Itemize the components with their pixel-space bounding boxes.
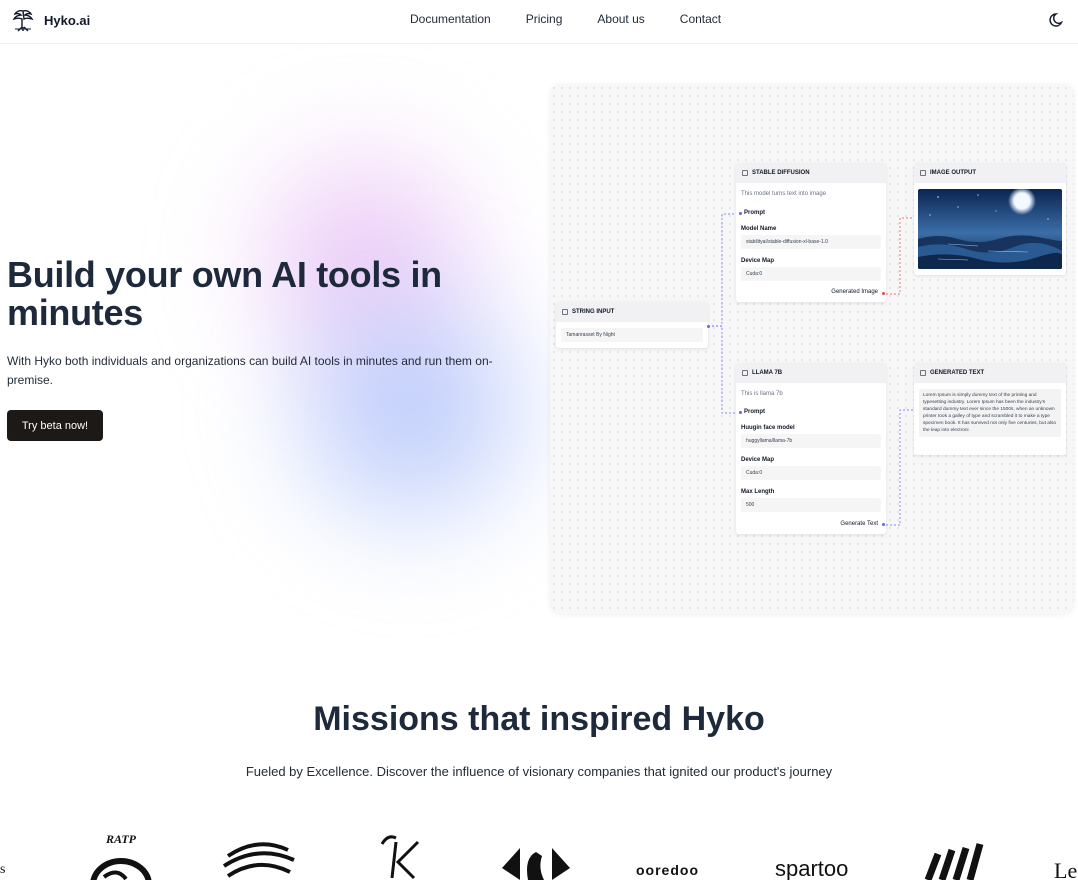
- generate-text-port[interactable]: Generate Text: [840, 521, 878, 527]
- node-title: STABLE DIFFUSION: [752, 170, 810, 176]
- generated-image-port[interactable]: Generated Image: [831, 289, 878, 295]
- brand-name: Hyko.ai: [44, 12, 91, 28]
- node-description: This is llama 7b: [741, 391, 783, 397]
- hero-subtitle: With Hyko both individuals and organizat…: [7, 354, 493, 387]
- port-dot[interactable]: [707, 325, 710, 328]
- image-output-node[interactable]: IMAGE OUTPUT: [914, 163, 1066, 275]
- stripes-logo-icon: [924, 843, 984, 880]
- generated-text-node[interactable]: GENERATED TEXT Lorem Ipsum is simply dum…: [914, 363, 1066, 455]
- device-map-field[interactable]: Cuda:0: [741, 466, 881, 480]
- hf-model-label: Huugin face model: [741, 425, 795, 431]
- string-input-node[interactable]: STRING INPUT Tamanrasset By Night: [556, 302, 708, 348]
- node-description: This model turns text into image: [741, 191, 827, 197]
- top-navbar: Hyko.ai Documentation Pricing About us C…: [0, 0, 1078, 44]
- hf-model-field[interactable]: huggyllama/llama-7b: [741, 434, 881, 448]
- max-length-label: Max Length: [741, 489, 775, 495]
- nav-link-pricing[interactable]: Pricing: [526, 12, 563, 26]
- port-dot[interactable]: [739, 411, 742, 414]
- node-type-icon: [742, 170, 748, 176]
- device-map-label: Device Map: [741, 258, 775, 264]
- node-type-icon: [562, 309, 568, 315]
- try-beta-button[interactable]: Try beta now!: [7, 410, 103, 441]
- generated-night-image: [918, 189, 1062, 269]
- edge-string-to-sd: [708, 213, 736, 327]
- model-name-field[interactable]: stabilityai/stable-diffusion-xl-base-1.0: [741, 235, 881, 249]
- max-length-field[interactable]: 500: [741, 498, 881, 512]
- node-type-icon: [920, 170, 926, 176]
- port-dot[interactable]: [882, 292, 885, 295]
- node-title: LLAMA 7B: [752, 370, 783, 376]
- moon-icon[interactable]: [1048, 11, 1066, 29]
- prompt-port-label: Prompt: [744, 210, 765, 216]
- prompt-port-label: Prompt: [744, 409, 765, 415]
- node-header: IMAGE OUTPUT: [914, 163, 1066, 183]
- carrefour-logo-icon: [502, 848, 570, 880]
- k-logo-icon: [380, 835, 420, 880]
- partner-logo-cutoff-left: s: [0, 862, 5, 878]
- ooredoo-logo-text: ooredoo: [636, 862, 699, 878]
- missions-title: Missions that inspired Hyko: [313, 700, 765, 738]
- nav-link-documentation[interactable]: Documentation: [410, 12, 491, 26]
- device-map-field[interactable]: Cuda:0: [741, 267, 881, 281]
- node-title: STRING INPUT: [572, 309, 615, 315]
- edge-sd-to-image: [886, 217, 914, 295]
- node-title: IMAGE OUTPUT: [930, 170, 976, 176]
- brand-link[interactable]: Hyko.ai: [12, 8, 90, 32]
- ratp-logo-text: RATP: [105, 832, 136, 846]
- model-name-label: Model Name: [741, 226, 777, 232]
- generated-text-content: Lorem Ipsum is simply dummy text of the …: [919, 389, 1061, 437]
- port-dot[interactable]: [739, 212, 742, 215]
- swirl-logo-icon: [222, 842, 295, 878]
- node-header: STRING INPUT: [556, 302, 708, 322]
- ratp-logo: RATP: [82, 832, 160, 880]
- workflow-canvas[interactable]: STRING INPUT Tamanrasset By Night STABLE…: [550, 84, 1074, 614]
- node-header: STABLE DIFFUSION: [736, 163, 886, 183]
- hero-title: Build your own AI tools in minutes: [7, 254, 442, 333]
- node-header: GENERATED TEXT: [914, 363, 1066, 383]
- port-dot[interactable]: [882, 523, 885, 526]
- stable-diffusion-node[interactable]: STABLE DIFFUSION This model turns text i…: [736, 163, 886, 302]
- ooredoo-logo: ooredoo: [636, 862, 699, 878]
- node-header: LLAMA 7B: [736, 363, 886, 383]
- node-type-icon: [920, 370, 926, 376]
- partner-logo-cutoff-right: Le: [1054, 858, 1077, 880]
- nav-link-contact[interactable]: Contact: [680, 12, 721, 26]
- node-title: GENERATED TEXT: [930, 370, 985, 376]
- ratp-emblem-icon: [90, 858, 152, 880]
- edge-string-to-llama: [708, 325, 736, 414]
- node-type-icon: [742, 370, 748, 376]
- edge-llama-to-text: [886, 409, 914, 526]
- missions-subtitle: Fueled by Excellence. Discover the influ…: [245, 764, 833, 779]
- tree-logo-icon: [12, 10, 34, 32]
- spartoo-logo-text: spartoo: [775, 856, 849, 880]
- partner-logo-cutoff-left-text: s: [0, 862, 6, 877]
- llama-7b-node[interactable]: LLAMA 7B This is llama 7b Prompt Huugin …: [736, 363, 886, 534]
- spartoo-logo: spartoo: [775, 856, 848, 880]
- device-map-label: Device Map: [741, 457, 775, 463]
- nav-link-about-us[interactable]: About us: [597, 12, 644, 26]
- string-input-field[interactable]: Tamanrasset By Night: [561, 328, 703, 342]
- nav-links: Documentation Pricing About us Contact: [410, 12, 721, 26]
- partner-logo-cutoff-right-text: Le: [1054, 858, 1078, 880]
